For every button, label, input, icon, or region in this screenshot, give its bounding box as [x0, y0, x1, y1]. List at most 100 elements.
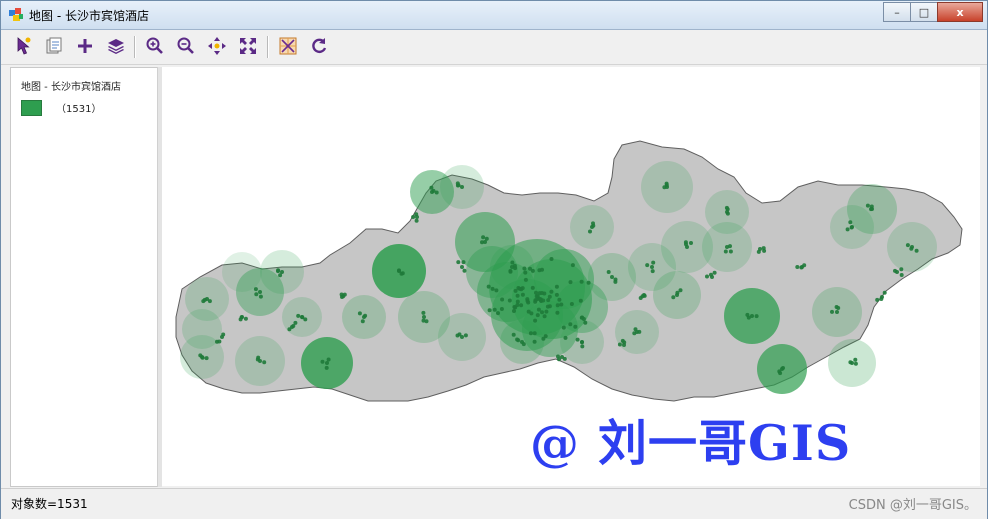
refresh-icon — [312, 38, 327, 54]
select-pointer-icon — [17, 37, 31, 55]
hotel-point — [422, 315, 426, 319]
hotel-point — [320, 359, 325, 364]
hotel-point — [555, 303, 560, 308]
map-right-edge — [980, 67, 987, 486]
hotel-point — [492, 307, 497, 312]
hotel-point — [499, 307, 504, 311]
identify-tool-button[interactable] — [42, 34, 66, 58]
hotel-point — [414, 218, 419, 223]
hotel-point — [528, 331, 533, 336]
hotel-point — [542, 314, 547, 319]
hotel-point — [893, 268, 897, 273]
hotel-point — [490, 286, 495, 291]
hotel-point — [481, 235, 486, 240]
hotel-point — [363, 313, 368, 318]
hotel-point — [325, 361, 329, 365]
hotel-point — [532, 331, 537, 336]
hotel-point — [462, 268, 467, 273]
legend-panel: 地图 - 长沙市宾馆酒店 （1531） — [10, 67, 158, 487]
hotel-point — [516, 286, 521, 290]
plus-icon — [78, 39, 92, 53]
hotel-point — [545, 304, 550, 309]
select-tool-button[interactable] — [12, 34, 36, 58]
maximize-button[interactable]: □ — [910, 2, 938, 22]
layers-tool-button[interactable] — [104, 34, 128, 58]
add-tool-button[interactable] — [73, 34, 97, 58]
hotel-point — [258, 290, 262, 294]
hotel-point — [865, 203, 870, 208]
hotel-point — [556, 354, 560, 359]
hotel-point — [357, 311, 362, 316]
hotel-point — [484, 236, 489, 241]
hotel-point — [530, 285, 535, 290]
hotel-point — [360, 319, 365, 324]
refresh-tool-button[interactable] — [307, 34, 331, 58]
hotel-point — [460, 185, 464, 189]
map-canvas[interactable]: @ 刘一哥GIS — [162, 67, 980, 486]
zoom-in-icon — [146, 37, 163, 54]
hotel-point — [522, 266, 527, 271]
legend-symbol-swatch — [21, 100, 42, 116]
hotel-point — [541, 298, 546, 303]
hotel-point — [537, 268, 542, 273]
identify-icon — [46, 37, 62, 54]
hotel-point — [559, 302, 564, 307]
hotel-point — [243, 316, 248, 321]
hotel-point — [568, 280, 573, 285]
hotel-point — [515, 299, 520, 304]
hotel-point — [675, 290, 680, 295]
hotel-point — [724, 205, 729, 210]
hotel-point — [573, 324, 578, 329]
hotel-point — [500, 297, 505, 302]
toolbar-separator — [134, 36, 136, 58]
hotel-point — [549, 257, 554, 261]
hotel-point — [651, 260, 656, 265]
hotel-point — [909, 246, 914, 251]
hotel-point — [728, 244, 732, 249]
hotel-point — [533, 318, 538, 323]
hotel-point — [754, 314, 759, 319]
zoom-out-tool-button[interactable] — [174, 34, 198, 58]
hotel-point — [640, 294, 645, 299]
hotel-point — [201, 299, 206, 304]
hotel-point — [853, 361, 858, 366]
hotel-point — [645, 263, 650, 268]
minimize-button[interactable]: – — [883, 2, 911, 22]
hotel-point — [579, 279, 584, 284]
layers-icon — [108, 39, 124, 54]
hotel-point — [544, 309, 549, 314]
full-extent-tool-button[interactable] — [236, 34, 260, 58]
hotel-point — [705, 274, 709, 279]
hotel-point — [326, 357, 331, 362]
hotel-point — [296, 313, 301, 318]
hotel-point — [637, 329, 642, 334]
hotel-point — [879, 297, 884, 301]
clear-selection-tool-button[interactable] — [276, 34, 300, 58]
hotel-point — [513, 266, 518, 271]
hotel-point — [421, 310, 426, 315]
hotel-point — [455, 333, 460, 338]
hotel-point — [547, 294, 552, 299]
hotel-point — [849, 225, 854, 230]
hotel-point — [845, 227, 850, 232]
hotel-point — [525, 298, 530, 303]
legend-layer-title[interactable]: 地图 - 长沙市宾馆酒店 — [21, 78, 121, 93]
hotel-point — [516, 338, 521, 343]
pan-tool-button[interactable] — [205, 34, 229, 58]
hotel-point — [523, 270, 528, 275]
hotel-point — [835, 310, 839, 314]
hotel-point — [515, 293, 520, 298]
hotel-point — [606, 270, 611, 274]
close-button[interactable]: x — [937, 2, 983, 22]
hotel-point — [583, 320, 588, 325]
zoom-in-tool-button[interactable] — [143, 34, 167, 58]
hotel-point — [494, 288, 499, 293]
hotel-point — [557, 297, 562, 302]
status-bar: 对象数=1531 CSDN @刘一哥GIS。 — [1, 488, 987, 519]
hotel-point — [543, 334, 548, 339]
hotel-point — [899, 273, 904, 277]
hotel-point — [610, 275, 614, 279]
hotel-point — [540, 310, 544, 315]
hotel-point — [725, 211, 730, 216]
clear-selection-icon — [279, 37, 297, 55]
